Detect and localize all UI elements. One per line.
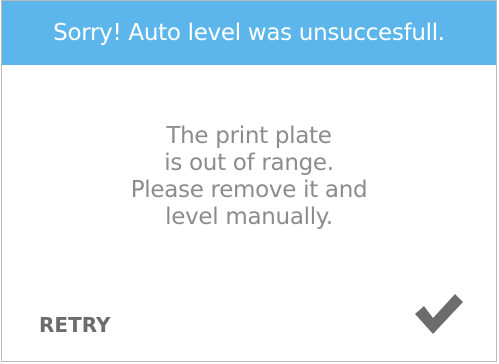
dialog-title: Sorry! Auto level was unsuccesfull. bbox=[53, 20, 445, 46]
dialog-header: Sorry! Auto level was unsuccesfull. bbox=[2, 1, 496, 65]
confirm-button[interactable] bbox=[412, 288, 464, 338]
dialog-message: The print plate is out of range. Please … bbox=[2, 123, 496, 231]
message-line: is out of range. bbox=[164, 150, 334, 176]
message-line: level manually. bbox=[165, 204, 333, 230]
message-line: The print plate bbox=[166, 123, 332, 149]
error-dialog: Sorry! Auto level was unsuccesfull. The … bbox=[1, 0, 497, 362]
retry-button[interactable]: RETRY bbox=[39, 313, 111, 337]
message-line: Please remove it and bbox=[130, 177, 368, 203]
checkmark-icon bbox=[415, 294, 463, 334]
